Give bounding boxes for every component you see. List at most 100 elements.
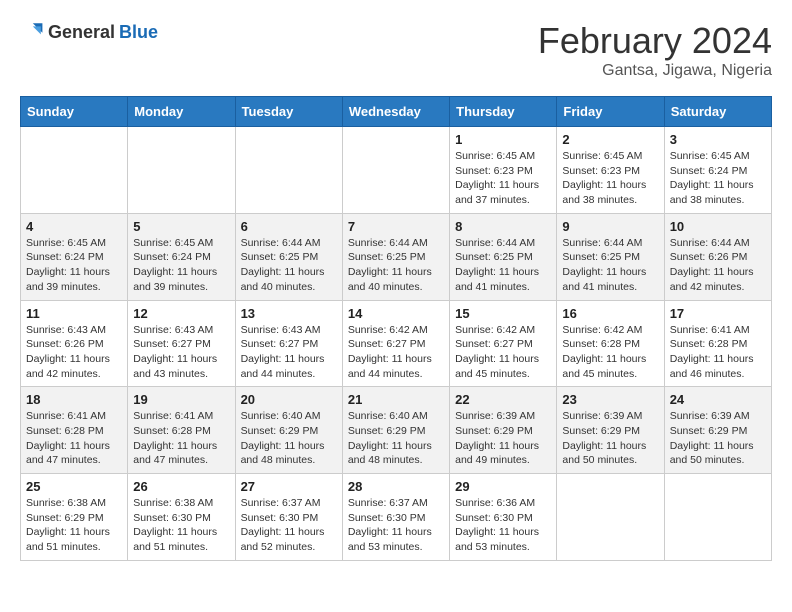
day-number: 19: [133, 392, 229, 407]
day-number: 2: [562, 132, 658, 147]
calendar-cell: 6 Sunrise: 6:44 AM Sunset: 6:25 PM Daylig…: [235, 213, 342, 300]
calendar-cell: [664, 474, 771, 561]
calendar-week-row: 11 Sunrise: 6:43 AM Sunset: 6:26 PM Dayli…: [21, 300, 772, 387]
calendar-cell: 25 Sunrise: 6:38 AM Sunset: 6:29 PM Dayli…: [21, 474, 128, 561]
day-info: Sunrise: 6:36 AM Sunset: 6:30 PM Dayligh…: [455, 496, 551, 555]
day-number: 9: [562, 219, 658, 234]
calendar-body: 1 Sunrise: 6:45 AM Sunset: 6:23 PM Daylig…: [21, 127, 772, 561]
calendar-week-row: 1 Sunrise: 6:45 AM Sunset: 6:23 PM Daylig…: [21, 127, 772, 214]
calendar-week-row: 25 Sunrise: 6:38 AM Sunset: 6:29 PM Dayli…: [21, 474, 772, 561]
day-number: 26: [133, 479, 229, 494]
day-number: 25: [26, 479, 122, 494]
calendar-cell: 11 Sunrise: 6:43 AM Sunset: 6:26 PM Dayli…: [21, 300, 128, 387]
day-info: Sunrise: 6:39 AM Sunset: 6:29 PM Dayligh…: [670, 409, 766, 468]
col-saturday: Saturday: [664, 97, 771, 127]
day-info: Sunrise: 6:43 AM Sunset: 6:27 PM Dayligh…: [241, 323, 337, 382]
calendar-cell: 16 Sunrise: 6:42 AM Sunset: 6:28 PM Dayli…: [557, 300, 664, 387]
day-number: 29: [455, 479, 551, 494]
calendar-cell: 8 Sunrise: 6:44 AM Sunset: 6:25 PM Daylig…: [450, 213, 557, 300]
col-monday: Monday: [128, 97, 235, 127]
day-number: 22: [455, 392, 551, 407]
day-number: 5: [133, 219, 229, 234]
calendar-subtitle: Gantsa, Jigawa, Nigeria: [538, 62, 772, 80]
calendar-cell: 26 Sunrise: 6:38 AM Sunset: 6:30 PM Dayli…: [128, 474, 235, 561]
day-number: 21: [348, 392, 444, 407]
day-info: Sunrise: 6:41 AM Sunset: 6:28 PM Dayligh…: [133, 409, 229, 468]
day-number: 14: [348, 306, 444, 321]
day-number: 8: [455, 219, 551, 234]
calendar-cell: 20 Sunrise: 6:40 AM Sunset: 6:29 PM Dayli…: [235, 387, 342, 474]
day-info: Sunrise: 6:38 AM Sunset: 6:30 PM Dayligh…: [133, 496, 229, 555]
day-info: Sunrise: 6:41 AM Sunset: 6:28 PM Dayligh…: [26, 409, 122, 468]
calendar-cell: 19 Sunrise: 6:41 AM Sunset: 6:28 PM Dayli…: [128, 387, 235, 474]
day-info: Sunrise: 6:42 AM Sunset: 6:28 PM Dayligh…: [562, 323, 658, 382]
calendar-cell: [128, 127, 235, 214]
day-info: Sunrise: 6:44 AM Sunset: 6:25 PM Dayligh…: [455, 236, 551, 295]
day-number: 24: [670, 392, 766, 407]
calendar-cell: 2 Sunrise: 6:45 AM Sunset: 6:23 PM Daylig…: [557, 127, 664, 214]
col-wednesday: Wednesday: [342, 97, 449, 127]
day-info: Sunrise: 6:44 AM Sunset: 6:25 PM Dayligh…: [562, 236, 658, 295]
calendar-cell: [21, 127, 128, 214]
day-number: 1: [455, 132, 551, 147]
title-block: February 2024 Gantsa, Jigawa, Nigeria: [538, 20, 772, 80]
calendar-cell: [557, 474, 664, 561]
calendar-cell: 13 Sunrise: 6:43 AM Sunset: 6:27 PM Dayli…: [235, 300, 342, 387]
day-number: 6: [241, 219, 337, 234]
day-info: Sunrise: 6:45 AM Sunset: 6:24 PM Dayligh…: [670, 149, 766, 208]
calendar-cell: 29 Sunrise: 6:36 AM Sunset: 6:30 PM Dayli…: [450, 474, 557, 561]
calendar-cell: 9 Sunrise: 6:44 AM Sunset: 6:25 PM Daylig…: [557, 213, 664, 300]
day-info: Sunrise: 6:45 AM Sunset: 6:23 PM Dayligh…: [562, 149, 658, 208]
calendar-cell: 28Sunrise: 6:37 AM Sunset: 6:30 PM Dayli…: [342, 474, 449, 561]
day-number: 11: [26, 306, 122, 321]
col-sunday: Sunday: [21, 97, 128, 127]
day-info: Sunrise: 6:40 AM Sunset: 6:29 PM Dayligh…: [348, 409, 444, 468]
calendar-cell: [235, 127, 342, 214]
logo-blue-text: Blue: [119, 22, 158, 43]
calendar-cell: 4 Sunrise: 6:45 AM Sunset: 6:24 PM Daylig…: [21, 213, 128, 300]
page-header: GeneralBlue February 2024 Gantsa, Jigawa…: [20, 20, 772, 80]
day-number: 7: [348, 219, 444, 234]
col-tuesday: Tuesday: [235, 97, 342, 127]
calendar-cell: 10Sunrise: 6:44 AM Sunset: 6:26 PM Dayli…: [664, 213, 771, 300]
calendar-cell: 24 Sunrise: 6:39 AM Sunset: 6:29 PM Dayli…: [664, 387, 771, 474]
calendar-title: February 2024: [538, 20, 772, 62]
day-info: Sunrise: 6:45 AM Sunset: 6:24 PM Dayligh…: [26, 236, 122, 295]
day-info: Sunrise: 6:39 AM Sunset: 6:29 PM Dayligh…: [455, 409, 551, 468]
day-info: Sunrise: 6:40 AM Sunset: 6:29 PM Dayligh…: [241, 409, 337, 468]
day-info: Sunrise: 6:42 AM Sunset: 6:27 PM Dayligh…: [348, 323, 444, 382]
calendar-cell: 22 Sunrise: 6:39 AM Sunset: 6:29 PM Dayli…: [450, 387, 557, 474]
logo-icon: [20, 20, 44, 44]
day-info: Sunrise: 6:42 AM Sunset: 6:27 PM Dayligh…: [455, 323, 551, 382]
day-info: Sunrise: 6:44 AM Sunset: 6:25 PM Dayligh…: [348, 236, 444, 295]
day-info: Sunrise: 6:37 AM Sunset: 6:30 PM Dayligh…: [241, 496, 337, 555]
calendar-cell: 23Sunrise: 6:39 AM Sunset: 6:29 PM Dayli…: [557, 387, 664, 474]
day-info: Sunrise: 6:43 AM Sunset: 6:26 PM Dayligh…: [26, 323, 122, 382]
day-number: 20: [241, 392, 337, 407]
day-number: 4: [26, 219, 122, 234]
day-info: Sunrise: 6:44 AM Sunset: 6:25 PM Dayligh…: [241, 236, 337, 295]
calendar-cell: 17 Sunrise: 6:41 AM Sunset: 6:28 PM Dayli…: [664, 300, 771, 387]
day-info: Sunrise: 6:45 AM Sunset: 6:24 PM Dayligh…: [133, 236, 229, 295]
calendar-cell: 1 Sunrise: 6:45 AM Sunset: 6:23 PM Daylig…: [450, 127, 557, 214]
logo: GeneralBlue: [20, 20, 158, 44]
logo-general-text: General: [48, 22, 115, 43]
day-number: 15: [455, 306, 551, 321]
calendar-cell: 7 Sunrise: 6:44 AM Sunset: 6:25 PM Daylig…: [342, 213, 449, 300]
day-number: 12: [133, 306, 229, 321]
day-number: 17: [670, 306, 766, 321]
day-number: 28: [348, 479, 444, 494]
col-friday: Friday: [557, 97, 664, 127]
day-number: 13: [241, 306, 337, 321]
calendar-cell: 12Sunrise: 6:43 AM Sunset: 6:27 PM Dayli…: [128, 300, 235, 387]
calendar-cell: 15 Sunrise: 6:42 AM Sunset: 6:27 PM Dayli…: [450, 300, 557, 387]
day-info: Sunrise: 6:38 AM Sunset: 6:29 PM Dayligh…: [26, 496, 122, 555]
day-number: 27: [241, 479, 337, 494]
day-number: 10: [670, 219, 766, 234]
day-info: Sunrise: 6:45 AM Sunset: 6:23 PM Dayligh…: [455, 149, 551, 208]
calendar-header: Sunday Monday Tuesday Wednesday Thursday…: [21, 97, 772, 127]
day-number: 16: [562, 306, 658, 321]
calendar-cell: 3 Sunrise: 6:45 AM Sunset: 6:24 PM Daylig…: [664, 127, 771, 214]
day-number: 3: [670, 132, 766, 147]
day-info: Sunrise: 6:41 AM Sunset: 6:28 PM Dayligh…: [670, 323, 766, 382]
